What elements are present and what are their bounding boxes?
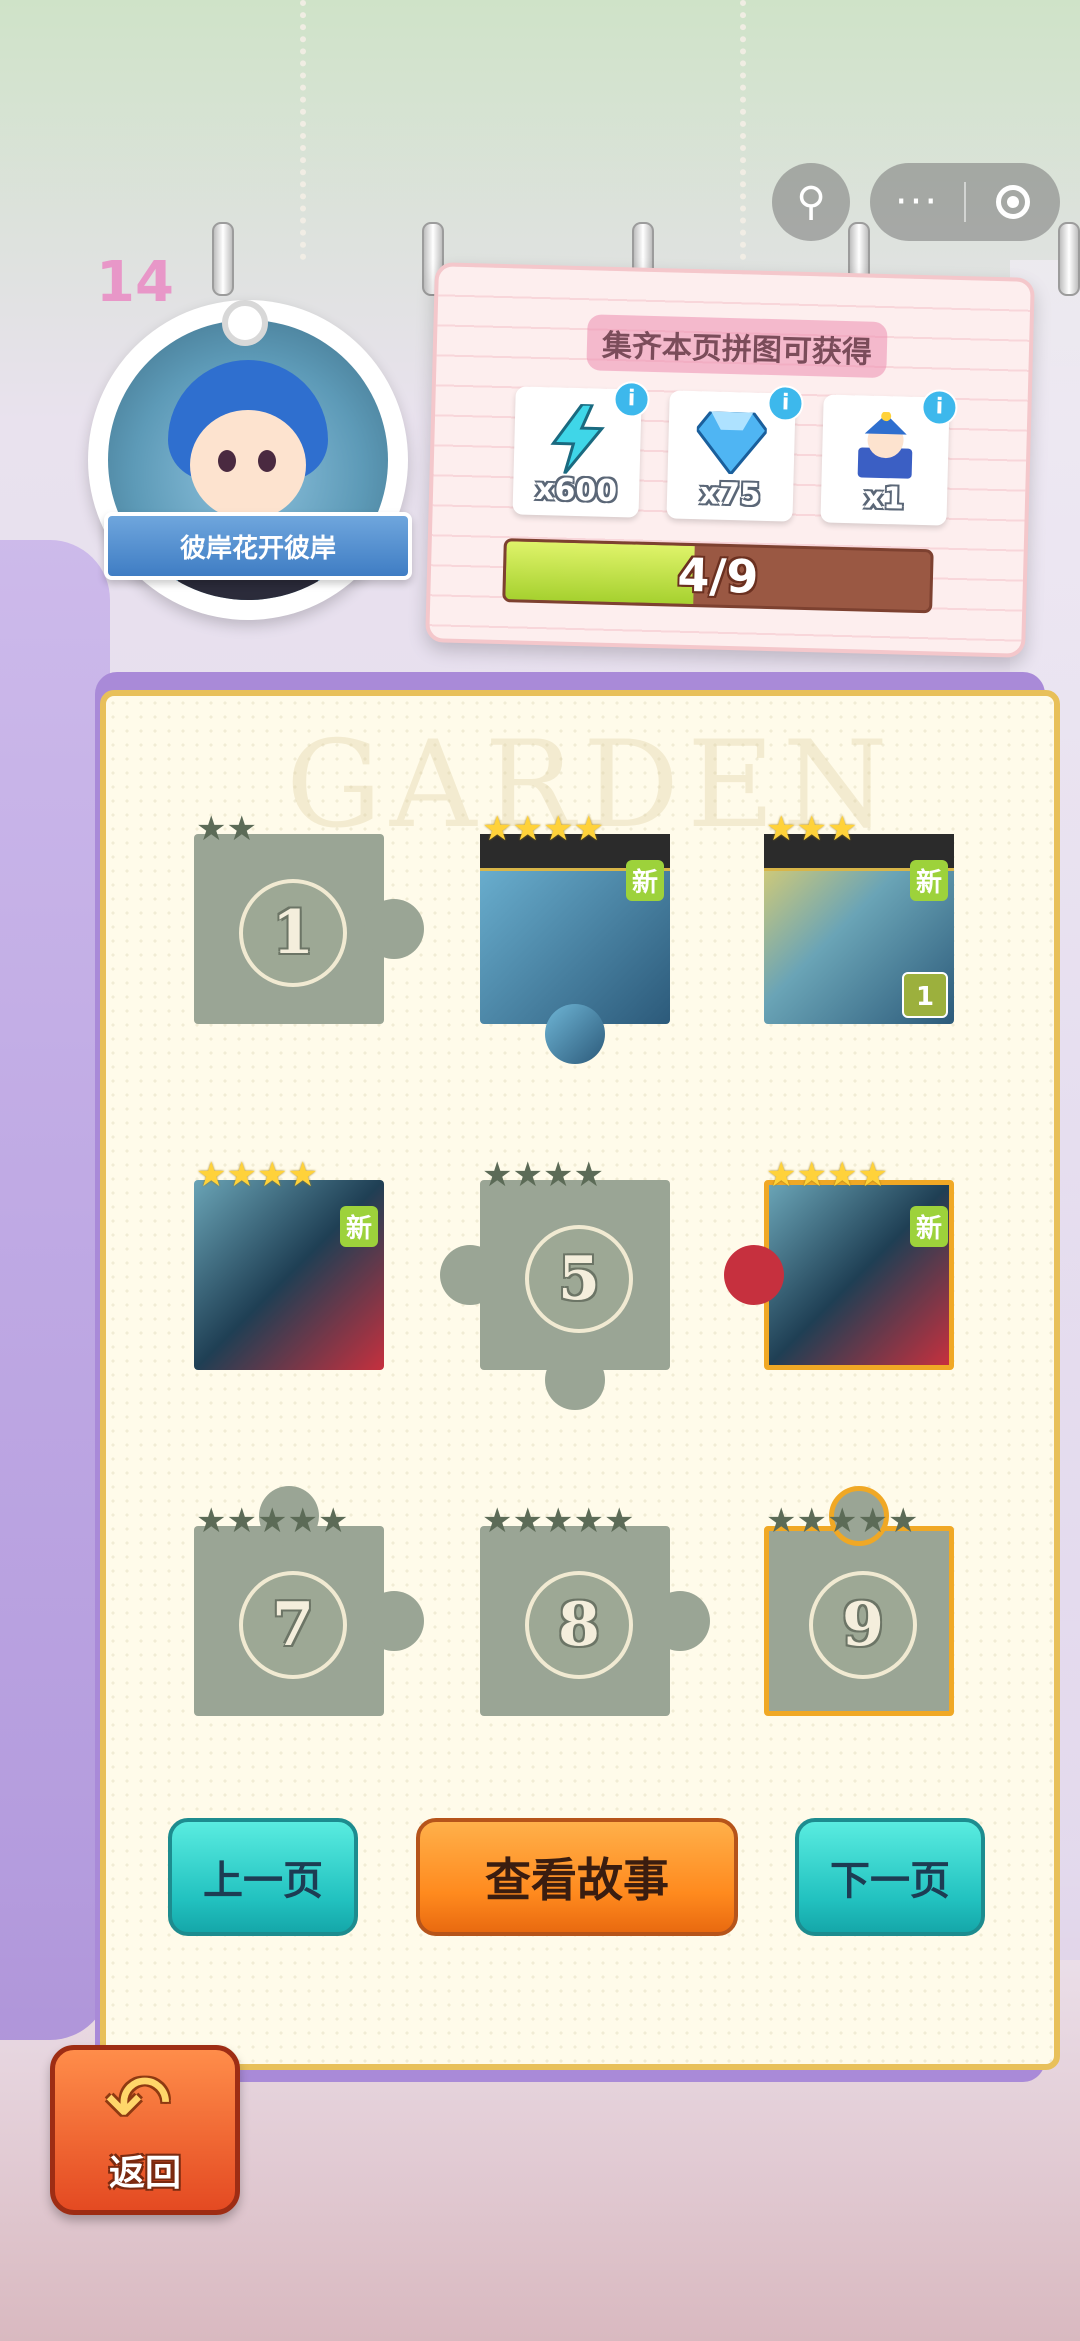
target-icon <box>996 185 1030 219</box>
info-icon[interactable]: i <box>920 388 958 426</box>
puzzle-piece-8[interactable]: ★ ★ ★ ★ ★ 8 <box>480 1504 710 1716</box>
piece-stars: ★ ★ ★ ★ <box>482 809 604 849</box>
puzzle-piece-2[interactable]: ★ ★ ★ ★ 新 <box>480 812 670 1064</box>
piece-number: 7 <box>239 1571 347 1679</box>
more-menu-button[interactable]: ··· <box>870 182 964 222</box>
new-badge: 新 <box>625 860 664 901</box>
puzzle-piece-3[interactable]: ★ ★ ★ 新 1 <box>764 812 954 1024</box>
miniprogram-capsule: ··· <box>870 163 1060 241</box>
reward-item-avatar[interactable]: x1 i <box>820 388 958 526</box>
share-icon[interactable]: ⚲ <box>772 163 850 241</box>
reward-qty: x600 <box>534 471 618 510</box>
info-icon[interactable]: i <box>613 380 651 418</box>
page-number: 14 <box>96 250 174 315</box>
binder-ring <box>1058 222 1080 296</box>
progress-text: 4/9 <box>676 547 760 604</box>
back-arrow-icon: ↶ <box>105 2057 173 2150</box>
piece-number: 8 <box>525 1571 633 1679</box>
previous-page-button[interactable]: 上一页 <box>168 1818 358 1936</box>
piece-stars: ★ ★ ★ ★ <box>482 1155 604 1195</box>
puzzle-piece-7[interactable]: ★ ★ ★ ★ ★ 7 <box>194 1486 424 1716</box>
tag-hole <box>222 300 268 346</box>
piece-stars: ★ ★ ★ ★ <box>196 1155 318 1195</box>
view-story-button[interactable]: 查看故事 <box>416 1818 738 1936</box>
diamond-icon <box>695 407 768 479</box>
piece-stars: ★ ★ ★ ★ ★ <box>766 1501 919 1541</box>
piece-number: 1 <box>239 879 347 987</box>
next-page-button[interactable]: 下一页 <box>795 1818 985 1936</box>
reward-qty: x1 <box>863 480 905 517</box>
background-curtain-left <box>0 540 110 2040</box>
puzzle-piece-4[interactable]: ★ ★ ★ ★ 新 <box>194 1158 384 1370</box>
piece-stars: ★ ★ ★ <box>766 809 858 849</box>
info-icon[interactable]: i <box>767 384 804 422</box>
reward-item-diamond[interactable]: x75 i <box>666 384 804 522</box>
new-badge: 新 <box>339 1206 378 1247</box>
puzzle-piece-1[interactable]: ★ ★ 1 <box>194 812 424 1024</box>
bead-string <box>300 0 306 260</box>
back-label: 返回 <box>108 2153 181 2194</box>
character-name-ribbon: 彼岸花开彼岸 <box>104 512 412 580</box>
bead-string <box>740 0 746 260</box>
binder-ring <box>212 222 234 296</box>
piece-number: 5 <box>525 1225 633 1333</box>
new-badge: 新 <box>909 860 948 901</box>
close-miniprogram-button[interactable] <box>966 185 1060 219</box>
piece-stars: ★ ★ ★ ★ ★ <box>482 1501 635 1541</box>
reward-title: 集齐本页拼图可获得 <box>586 314 888 379</box>
piece-stars: ★ ★ ★ ★ ★ <box>196 1501 349 1541</box>
puzzle-piece-6[interactable]: ★ ★ ★ ★ 新 <box>724 1158 954 1370</box>
puzzle-piece-9[interactable]: ★ ★ ★ ★ ★ 9 <box>764 1486 954 1716</box>
duplicate-count-badge: 1 <box>902 972 948 1018</box>
piece-number: 9 <box>809 1571 917 1679</box>
piece-stars: ★ ★ ★ ★ <box>766 1155 888 1195</box>
collection-progress-bar: 4/9 <box>502 538 934 614</box>
jester-avatar-icon <box>849 411 921 483</box>
reward-qty: x75 <box>699 476 762 513</box>
piece-stars: ★ ★ <box>196 809 257 849</box>
new-badge: 新 <box>909 1206 948 1247</box>
energy-bolt-icon <box>542 403 614 475</box>
reward-item-energy[interactable]: x600 i <box>512 380 651 518</box>
puzzle-piece-5[interactable]: ★ ★ ★ ★ 5 <box>440 1158 670 1410</box>
reward-card: 集齐本页拼图可获得 x600 i x75 i x1 i 4/9 <box>425 262 1035 658</box>
back-button[interactable]: ↶ 返回 <box>50 2045 240 2215</box>
